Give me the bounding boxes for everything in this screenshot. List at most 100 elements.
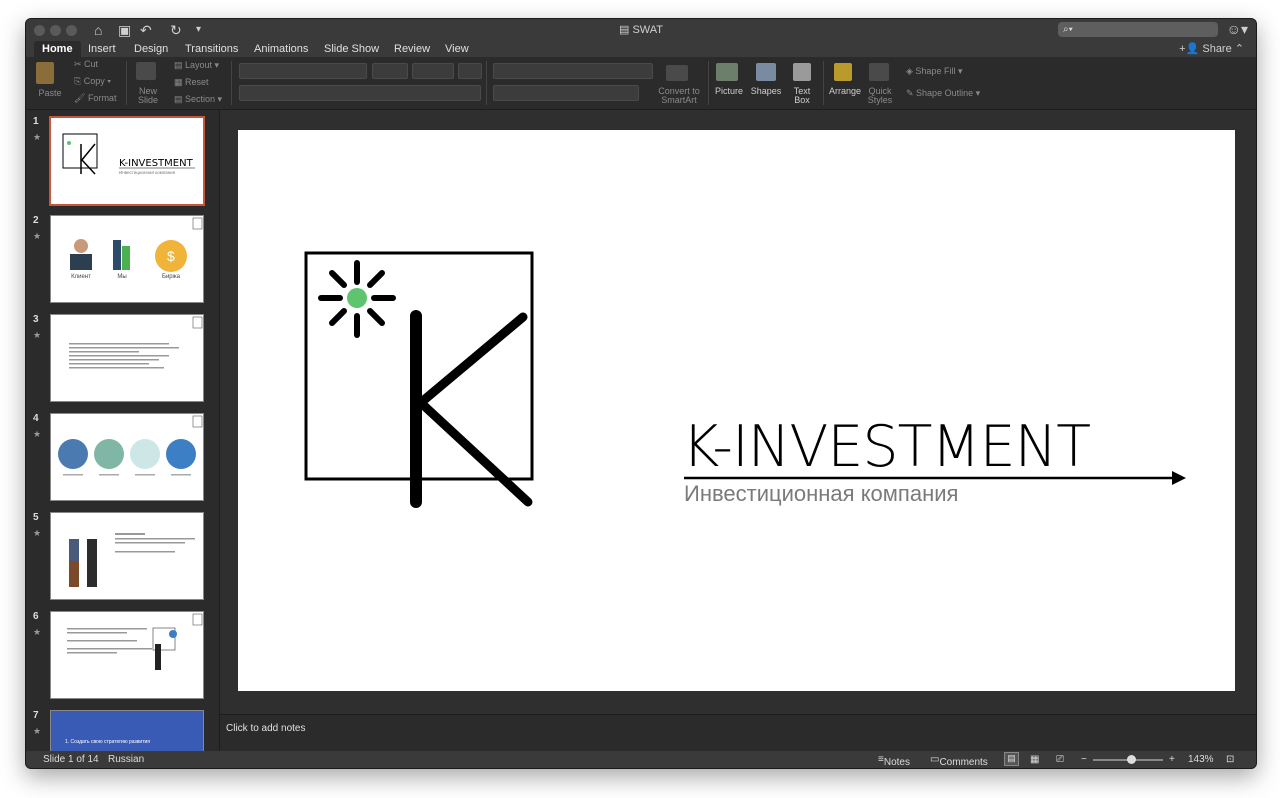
notes-placeholder: Click to add notes	[226, 723, 306, 734]
convert-to-smartart-button[interactable]: Convert to SmartArt	[656, 87, 702, 105]
search-input[interactable]: ⌕▾	[1058, 22, 1218, 37]
normal-view-icon[interactable]: ▤	[1004, 752, 1019, 766]
current-slide[interactable]: K-INVESTMENT Инвестиционная компания	[238, 130, 1235, 691]
zoom-level[interactable]: 143%	[1188, 754, 1214, 765]
copy-button[interactable]: ⎘ Copy ▾	[74, 77, 111, 86]
cut-button[interactable]: ✂ Cut	[74, 60, 98, 69]
comments-toggle[interactable]: ▭ Comments	[930, 754, 988, 768]
ribbon-separator	[486, 61, 487, 105]
slide-1-preview: K-INVESTMENT Инвестиционная компания	[62, 133, 195, 175]
tab-review[interactable]: Review	[386, 41, 438, 57]
share-button[interactable]: +👤 Share ⌃	[1179, 41, 1244, 57]
slide-1-canvas	[304, 251, 1186, 508]
logo-k-icon	[410, 310, 533, 508]
slide-show-icon[interactable]: ⎚	[1056, 754, 1064, 765]
slide-number: 7	[33, 710, 39, 721]
text-box-button[interactable]: Text Box	[784, 87, 820, 105]
picture-icon[interactable]	[716, 63, 738, 81]
paragraph-align-buttons[interactable]	[493, 85, 639, 101]
zoom-out-icon[interactable]: −	[1081, 754, 1087, 765]
slide-thumbnail-4[interactable]	[50, 413, 204, 501]
tab-insert[interactable]: Insert	[80, 41, 124, 57]
font-size-select[interactable]	[372, 63, 408, 79]
star-icon: ★	[33, 627, 42, 637]
tab-slide-show[interactable]: Slide Show	[316, 41, 387, 57]
font-style-buttons[interactable]	[239, 85, 481, 101]
layout-button[interactable]: ▤ Layout ▾	[174, 61, 219, 70]
paste-button[interactable]: Paste	[30, 89, 70, 98]
text-box-icon[interactable]	[793, 63, 811, 81]
slide-thumbnail-pane[interactable]: 1 ★ K-INVESTMENT Инвестиционная компания…	[26, 110, 220, 751]
tab-animations[interactable]: Animations	[246, 41, 316, 57]
paste-icon[interactable]	[36, 62, 54, 84]
thumb-text: 1. Создать свою стратегию развития	[65, 739, 151, 745]
shapes-icon[interactable]	[756, 63, 776, 81]
font-family-select[interactable]	[239, 63, 367, 79]
notes-pane[interactable]: Click to add notes	[220, 714, 1256, 752]
shapes-button[interactable]: Shapes	[748, 87, 784, 96]
slide-5-preview	[69, 533, 195, 587]
slide-editor[interactable]: K-INVESTMENT Инвестиционная компания	[220, 110, 1256, 714]
slide-counter: Slide 1 of 14	[43, 754, 99, 765]
collapse-ribbon-icon: ⌃	[1234, 43, 1244, 55]
arrange-icon[interactable]	[834, 63, 852, 81]
app-window: ⌂ ▣ ↶ ↻ ▾ ▤ SWAT ⌕▾ ☺▾ Home Insert Desig…	[25, 18, 1257, 769]
arrange-button[interactable]: Arrange	[825, 87, 865, 96]
ribbon-separator	[231, 61, 232, 105]
slide-thumbnail-5[interactable]	[50, 512, 204, 600]
star-icon: ★	[33, 231, 42, 241]
font-grow-shrink-buttons[interactable]	[412, 63, 454, 79]
tab-design[interactable]: Design	[126, 41, 176, 57]
new-slide-icon[interactable]	[136, 62, 156, 80]
document-icon: ▤	[618, 24, 630, 36]
shape-fill-button[interactable]: ◈ Shape Fill ▾	[906, 67, 962, 76]
logo-sun-icon	[318, 260, 396, 338]
picture-button[interactable]: Picture	[711, 87, 747, 96]
star-icon: ★	[33, 726, 42, 736]
quick-styles-icon[interactable]	[869, 63, 889, 81]
slide-sorter-icon[interactable]: ▦	[1030, 754, 1039, 765]
slide-thumbnail-7[interactable]: 1. Создать свою стратегию развития	[50, 710, 204, 751]
zoom-slider-thumb[interactable]	[1127, 755, 1136, 764]
thumb-label: Мы	[117, 274, 127, 280]
slide-3-preview	[69, 316, 203, 369]
tab-transitions[interactable]: Transitions	[177, 41, 246, 57]
title-bar: ⌂ ▣ ↶ ↻ ▾ ▤ SWAT ⌕▾ ☺▾	[26, 19, 1256, 41]
ribbon-separator	[823, 61, 824, 105]
slide-thumbnail-3[interactable]	[50, 314, 204, 402]
svg-text:K-INVESTMENT: K-INVESTMENT	[119, 158, 194, 169]
slide-number: 5	[33, 512, 39, 523]
format-painter-button[interactable]: 🖌 Format	[74, 94, 116, 103]
svg-text:Инвестиционная компания: Инвестиционная компания	[119, 170, 176, 175]
ribbon-separator	[126, 61, 127, 105]
thumb-label: Клиент	[71, 274, 91, 280]
shape-outline-button[interactable]: ✎ Shape Outline ▾	[906, 89, 980, 98]
star-icon: ★	[33, 330, 42, 340]
slide-number: 3	[33, 314, 39, 325]
slide-thumbnail-6[interactable]	[50, 611, 204, 699]
ribbon-separator	[708, 61, 709, 105]
slide-thumbnail-2[interactable]: $ Клиент Мы Биржа	[50, 215, 204, 303]
tab-view[interactable]: View	[437, 41, 477, 57]
fit-to-window-icon[interactable]: ⊡	[1226, 754, 1234, 765]
quick-styles-button[interactable]: Quick Styles	[862, 87, 898, 105]
slide-number: 4	[33, 413, 39, 424]
slide-2-preview: $	[70, 217, 203, 272]
reset-button[interactable]: ▦ Reset	[174, 78, 209, 87]
section-button[interactable]: ▤ Section ▾	[174, 95, 222, 104]
language-indicator[interactable]: Russian	[108, 754, 144, 765]
smartart-icon[interactable]	[666, 65, 688, 81]
slide-thumbnail-1[interactable]: K-INVESTMENT Инвестиционная компания	[49, 116, 205, 206]
company-subtitle: Инвестиционная компания	[684, 481, 959, 506]
feedback-smiley-icon[interactable]: ☺▾	[1227, 21, 1248, 38]
tab-home[interactable]: Home	[34, 41, 81, 57]
list-and-indent-buttons[interactable]	[493, 63, 653, 79]
company-name: K-INVESTMENT	[682, 414, 1091, 480]
new-slide-button[interactable]: New Slide	[130, 87, 166, 105]
clear-format-button[interactable]	[458, 63, 482, 79]
slide-4-preview	[58, 415, 203, 476]
zoom-in-icon[interactable]: +	[1169, 754, 1175, 765]
notes-toggle[interactable]: ≡ Notes	[878, 754, 910, 768]
ribbon-tabs: Home Insert Design Transitions Animation…	[26, 41, 1256, 57]
slide-number: 2	[33, 215, 39, 226]
